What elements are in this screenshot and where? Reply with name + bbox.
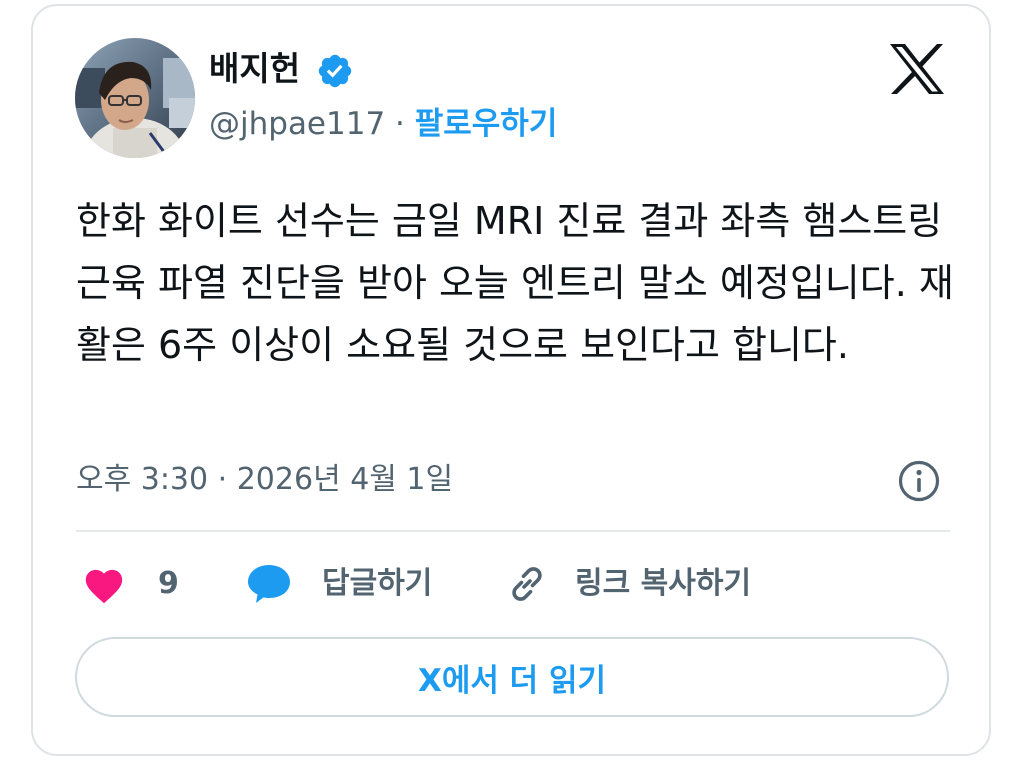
divider [76, 530, 950, 532]
avatar[interactable] [75, 38, 195, 158]
link-icon [512, 567, 542, 601]
handle[interactable]: @jhpae117 [209, 106, 385, 142]
copy-link-button[interactable]: 링크 복사하기 [505, 562, 751, 606]
read-more-button[interactable]: X에서 더 읽기 [75, 637, 949, 717]
like-count: 9 [158, 566, 179, 601]
info-icon[interactable] [897, 459, 941, 503]
timestamp-separator: · [208, 462, 237, 497]
follow-button[interactable]: 팔로우하기 [415, 106, 558, 142]
tweet-date: 2026년 4월 1일 [236, 462, 454, 497]
copy-link-label: 링크 복사하기 [575, 566, 752, 601]
display-name[interactable]: 배지헌 [209, 49, 300, 89]
like-button[interactable]: 9 [82, 562, 179, 606]
x-logo-icon[interactable] [888, 43, 946, 95]
tweet-text: 한화 화이트 선수는 금일 MRI 진료 결과 좌측 햄스트링 근육 파열 진단… [76, 199, 954, 367]
read-more-label: X에서 더 읽기 [417, 662, 607, 699]
heart-icon [85, 569, 123, 604]
handle-separator: · [385, 106, 415, 142]
handle-row: @jhpae117 · 팔로우하기 [209, 104, 557, 144]
verified-badge-icon [316, 52, 354, 90]
speech-bubble-icon [248, 565, 290, 603]
tweet-time: 오후 3:30 [76, 462, 209, 497]
reply-button[interactable]: 답글하기 [246, 562, 432, 606]
timestamp[interactable]: 오후 3:30 · 2026년 4월 1일 [76, 460, 453, 500]
reply-label: 답글하기 [322, 566, 433, 601]
